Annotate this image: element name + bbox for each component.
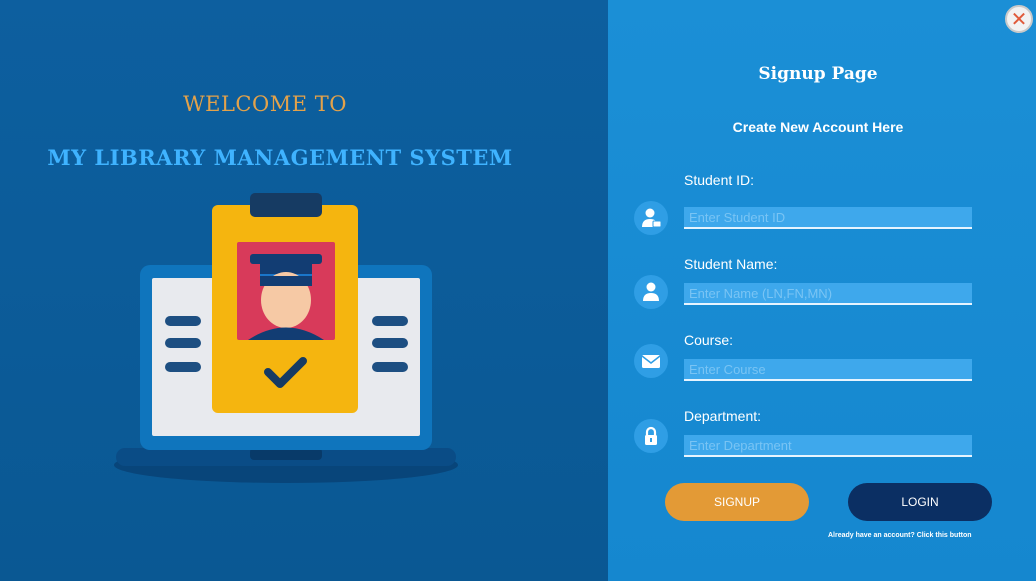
close-icon: ✕	[1010, 7, 1028, 31]
department-label: Department:	[684, 408, 762, 424]
page-subtitle: Create New Account Here	[732, 119, 904, 135]
login-hint-text: Already have an account? Click this butt…	[828, 532, 972, 539]
student-name-label: Student Name:	[684, 256, 778, 272]
department-input[interactable]	[684, 435, 972, 457]
lock-icon	[634, 419, 668, 453]
student-id-input[interactable]	[684, 207, 972, 229]
close-button[interactable]: ✕	[1005, 5, 1033, 33]
student-name-input[interactable]	[684, 283, 972, 305]
welcome-text: WELCOME TO	[183, 92, 347, 116]
signup-button[interactable]: SIGNUP	[665, 483, 809, 521]
signup-form-panel: ✕ Signup Page Create New Account Here St…	[608, 0, 1036, 581]
library-card-illustration	[114, 193, 458, 483]
course-label: Course:	[684, 332, 734, 348]
login-button[interactable]: LOGIN	[848, 483, 992, 521]
id-user-icon	[634, 201, 668, 235]
page-title: Signup Page	[758, 64, 878, 84]
welcome-panel: WELCOME TO MY LIBRARY MANAGEMENT SYSTEM	[0, 0, 608, 581]
person-icon	[634, 275, 668, 309]
system-name: MY LIBRARY MANAGEMENT SYSTEM	[47, 145, 513, 170]
student-id-label: Student ID:	[684, 172, 755, 188]
mail-icon	[634, 344, 668, 378]
course-input[interactable]	[684, 359, 972, 381]
